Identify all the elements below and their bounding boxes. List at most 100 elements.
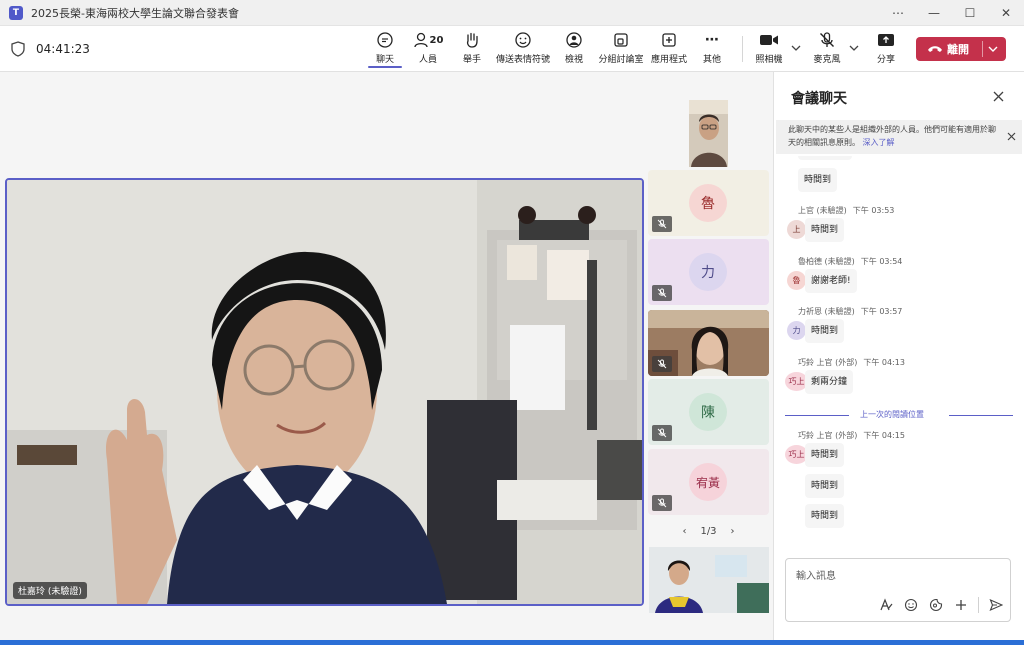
more-label: 其他 xyxy=(702,55,721,65)
participant-tile-2[interactable]: 力 xyxy=(648,239,769,305)
title-bar: T 2025長榮-東海兩校大學生論文聯合發表會 ⋯ — ☐ ✕ xyxy=(0,0,1024,26)
people-count: 20 xyxy=(429,34,444,46)
react-button[interactable]: 傳送表情符號 xyxy=(496,30,550,68)
share-screen-icon xyxy=(877,30,895,50)
chat-message: 時間到 xyxy=(805,218,845,242)
minimize-icon[interactable]: — xyxy=(916,0,952,26)
raise-hand-label: 舉手 xyxy=(462,55,481,65)
maximize-icon[interactable]: ☐ xyxy=(952,0,988,26)
add-app-icon xyxy=(660,30,678,50)
breakout-rooms-label: 分組討論室 xyxy=(598,55,644,65)
external-notice-banner: 此聊天中的某些人是組織外部的人員。他們可能有適用於聊天的相關訊息原則。 深入了解 xyxy=(776,120,1022,154)
leave-divider xyxy=(982,41,983,57)
window-more-icon[interactable]: ⋯ xyxy=(880,0,916,26)
add-attachment-icon[interactable] xyxy=(953,597,969,613)
more-icon: ⋯ xyxy=(705,32,719,48)
leave-options-chevron-icon[interactable] xyxy=(988,46,998,52)
camera-options-chevron-icon[interactable] xyxy=(790,40,802,56)
chat-message: 時間到 xyxy=(805,319,845,343)
message-meta: 巧鈴 上官 (外部) 下午 04:15 xyxy=(798,430,905,441)
mic-muted-icon xyxy=(652,356,672,372)
chat-icon xyxy=(376,30,394,50)
meeting-toolbar: 04:41:23 聊天 20 人員 舉手 傳送表情符號 檢視 分組討論室 應用程… xyxy=(0,26,1024,72)
window-title: 2025長榮-東海兩校大學生論文聯合發表會 xyxy=(31,6,239,20)
self-video-thumbnail[interactable] xyxy=(689,100,728,167)
breakout-rooms-button[interactable]: 分組討論室 xyxy=(598,30,644,68)
sender-name: 上官 (未驗證) xyxy=(798,206,847,215)
breakout-rooms-icon xyxy=(612,30,630,50)
message-input[interactable] xyxy=(796,567,996,585)
share-label: 分享 xyxy=(876,55,895,65)
page-indicator: 1/3 xyxy=(700,525,717,537)
send-icon[interactable] xyxy=(988,597,1004,613)
leave-button[interactable]: 離開 xyxy=(916,37,1006,61)
meeting-stage: 杜嘉玲 (未驗證) 魯 力 陳 宥黃 ‹ 1/3 › xyxy=(0,72,773,640)
apps-button[interactable]: 應用程式 xyxy=(650,30,688,68)
people-label: 人員 xyxy=(418,55,437,65)
participant-avatar: 陳 xyxy=(689,393,727,431)
sender-avatar[interactable]: 上 xyxy=(787,220,806,239)
speaker-name-tag: 杜嘉玲 (未驗證) xyxy=(13,582,87,599)
participant-tile-4[interactable]: 宥黃 xyxy=(648,449,769,515)
message-meta: 魯柏德 (未驗證) 下午 03:54 xyxy=(798,256,902,267)
close-window-icon[interactable]: ✕ xyxy=(988,0,1024,26)
message-meta: 巧鈴 上官 (外部) 下午 04:13 xyxy=(798,357,905,368)
active-tab-indicator xyxy=(368,66,402,68)
taskbar-edge xyxy=(0,640,1024,645)
next-page-chevron-icon[interactable]: › xyxy=(731,526,735,537)
compose-box[interactable] xyxy=(785,558,1011,622)
chat-message: 時間到 xyxy=(805,474,845,498)
view-icon xyxy=(565,30,583,50)
emoji-icon[interactable] xyxy=(903,597,919,613)
dismiss-notice-icon[interactable] xyxy=(1005,130,1017,142)
chat-button[interactable]: 聊天 xyxy=(370,30,400,68)
chat-message: 時間到 xyxy=(805,504,845,528)
mic-off-icon xyxy=(818,30,836,50)
sender-name: 力祈恩 (未驗證) xyxy=(798,307,855,316)
message-meta: 上官 (未驗證) 下午 03:53 xyxy=(798,205,894,216)
participant-avatar: 宥黃 xyxy=(689,463,727,501)
participant-video-tile[interactable] xyxy=(648,310,769,376)
mic-muted-icon xyxy=(652,285,672,301)
chat-message-list: 時間到 上官 (未驗證) 下午 03:53 上 時間到 魯柏德 (未驗證) 下午 0… xyxy=(774,156,1024,551)
participant-avatar: 力 xyxy=(689,253,727,291)
sender-avatar[interactable]: 魯 xyxy=(787,271,806,290)
mic-muted-icon xyxy=(652,216,672,232)
learn-more-link[interactable]: 深入了解 xyxy=(863,138,895,147)
mic-button[interactable]: 麥克風 xyxy=(810,30,844,68)
mic-muted-icon xyxy=(652,425,672,441)
mic-label: 麥克風 xyxy=(813,55,841,65)
participant-tile-3[interactable]: 陳 xyxy=(648,379,769,445)
shield-icon xyxy=(11,41,25,57)
format-icon[interactable] xyxy=(878,597,894,613)
camera-button[interactable]: 照相機 xyxy=(752,30,786,68)
last-read-label: 上一次的閱讀位置 xyxy=(860,410,924,419)
apps-label: 應用程式 xyxy=(650,55,687,65)
chat-message: 時間到 xyxy=(798,168,838,192)
view-button[interactable]: 檢視 xyxy=(560,30,588,68)
sender-avatar[interactable]: 力 xyxy=(787,321,806,340)
raise-hand-button[interactable]: 舉手 xyxy=(458,30,486,68)
mic-options-chevron-icon[interactable] xyxy=(848,40,860,56)
message-time: 下午 03:53 xyxy=(852,206,895,215)
leave-label: 離開 xyxy=(947,43,969,56)
participant-video-thumbnail[interactable] xyxy=(649,547,769,613)
react-label: 傳送表情符號 xyxy=(496,55,551,65)
more-button[interactable]: ⋯ 其他 xyxy=(698,30,726,68)
meeting-chat-panel: 會議聊天 此聊天中的某些人是組織外部的人員。他們可能有適用於聊天的相關訊息原則。… xyxy=(773,72,1024,640)
message-time: 下午 04:13 xyxy=(863,358,905,367)
message-meta: 力祈恩 (未驗證) 下午 03:57 xyxy=(798,306,902,317)
participant-tile-1[interactable]: 魯 xyxy=(648,170,769,236)
close-chat-icon[interactable] xyxy=(990,88,1006,104)
camera-label: 照相機 xyxy=(755,55,783,65)
people-button[interactable]: 20 人員 xyxy=(410,30,446,68)
share-button[interactable]: 分享 xyxy=(872,30,900,68)
main-speaker-video[interactable]: 杜嘉玲 (未驗證) xyxy=(5,178,644,606)
prev-page-chevron-icon[interactable]: ‹ xyxy=(682,526,686,537)
toolbar-divider xyxy=(742,36,743,62)
view-label: 檢視 xyxy=(564,55,583,65)
chat-panel-title: 會議聊天 xyxy=(791,91,847,107)
meeting-timer: 04:41:23 xyxy=(36,42,90,56)
sticker-icon[interactable] xyxy=(928,597,944,613)
sender-name: 魯柏德 (未驗證) xyxy=(798,257,855,266)
